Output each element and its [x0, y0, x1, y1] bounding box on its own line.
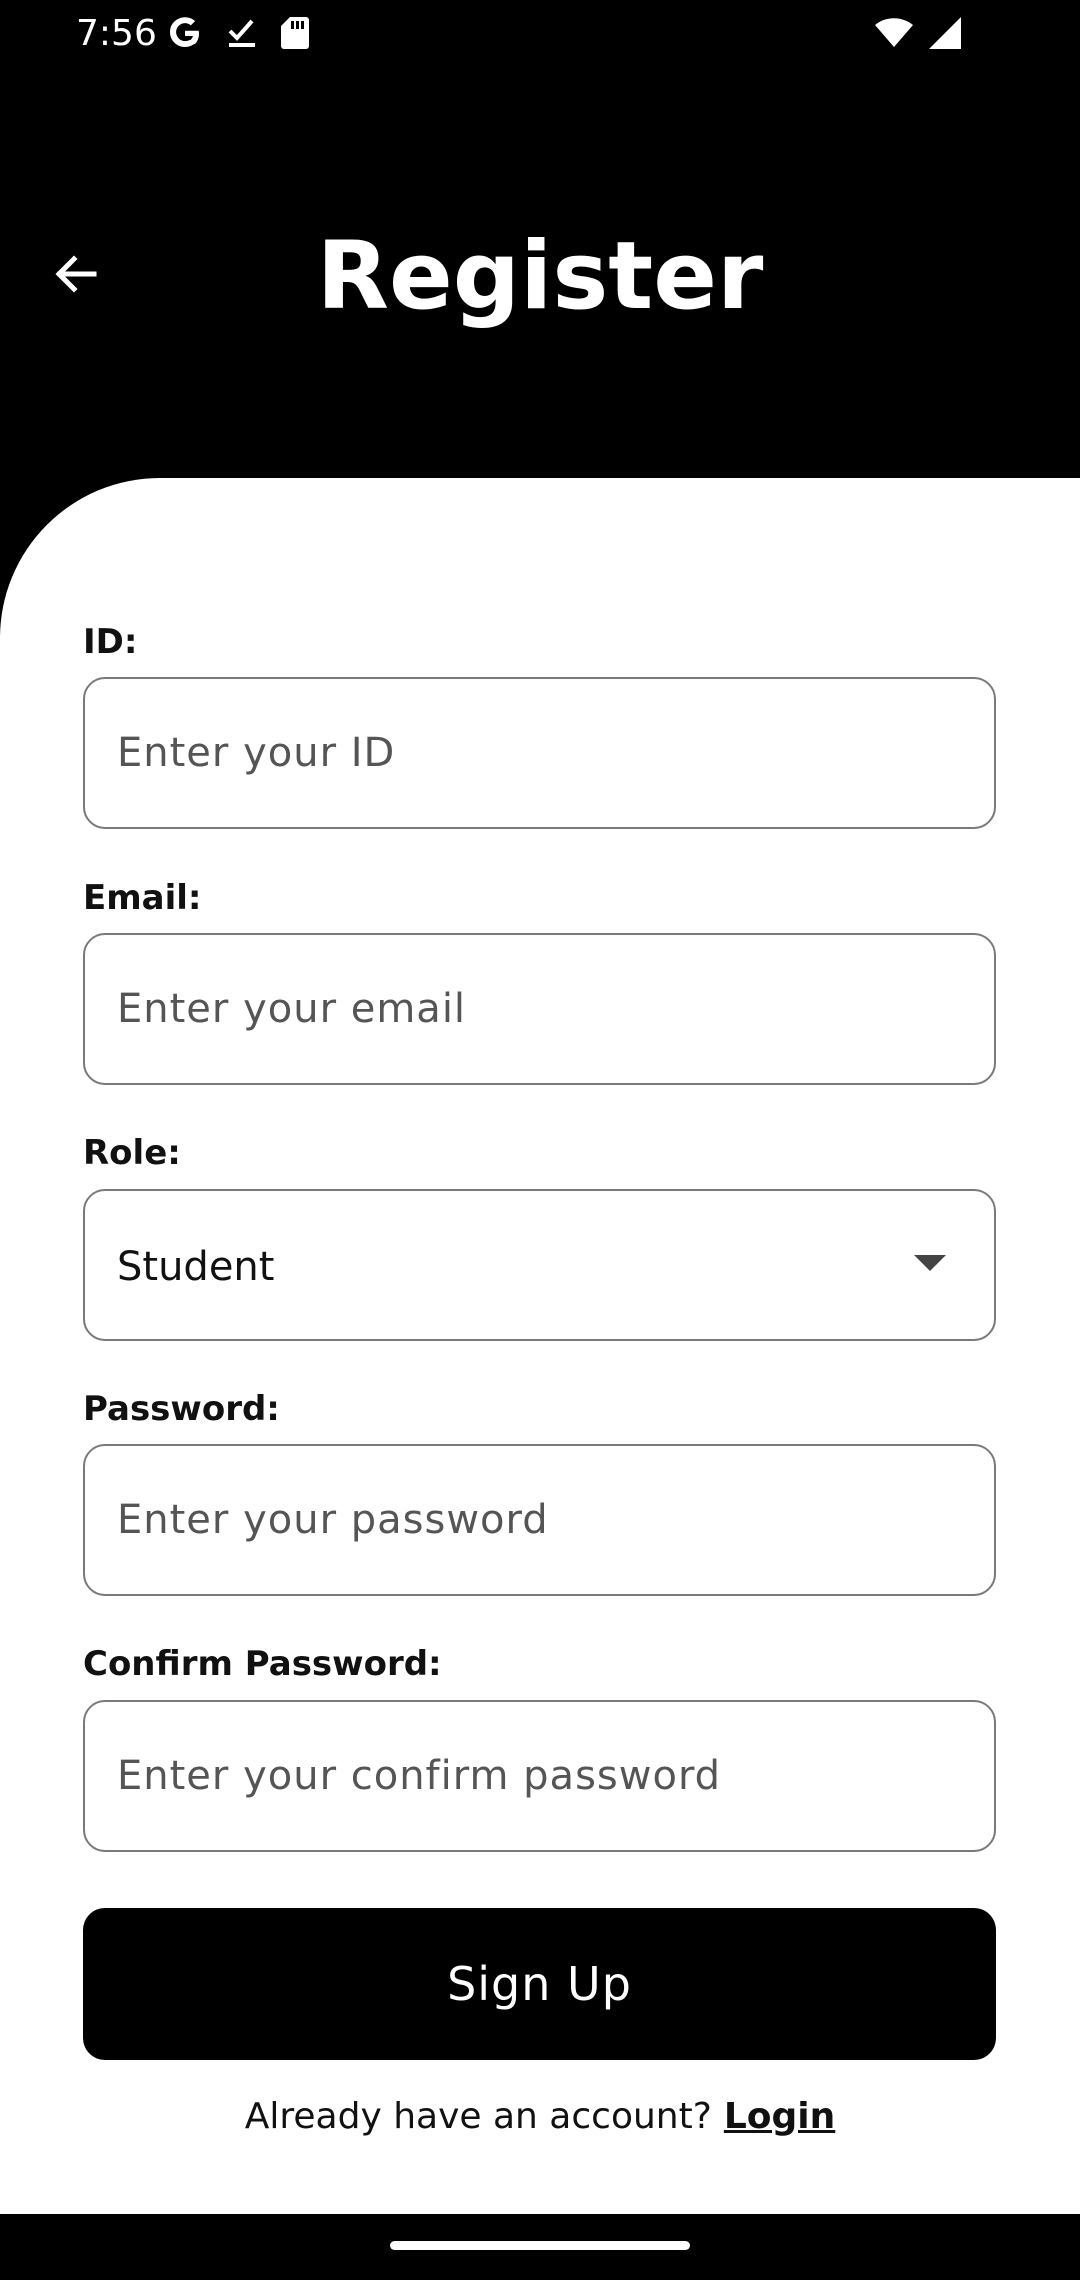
role-label: Role: — [83, 1133, 181, 1173]
password-input[interactable] — [83, 1444, 996, 1596]
status-bar: 7:56 — [0, 0, 1080, 70]
role-dropdown[interactable]: Student — [83, 1189, 996, 1341]
email-label: Email: — [83, 878, 202, 918]
status-time: 7:56 — [76, 13, 157, 54]
login-link[interactable]: Login — [724, 2096, 835, 2137]
id-input[interactable] — [83, 677, 996, 829]
sd-card-icon — [280, 15, 310, 56]
cell-signal-icon — [928, 16, 962, 55]
status-icons-left — [166, 14, 310, 56]
role-selected-value: Student — [117, 1244, 275, 1290]
google-icon — [166, 14, 204, 57]
wifi-icon — [874, 17, 914, 54]
id-label: ID: — [83, 622, 138, 662]
status-icons-right — [874, 14, 962, 56]
app-header: Register — [0, 160, 1080, 380]
page-title: Register — [316, 222, 764, 331]
confirm-password-label: Confirm Password: — [83, 1644, 442, 1684]
password-label: Password: — [83, 1389, 280, 1429]
dropdown-arrow-icon — [914, 1255, 946, 1271]
email-input[interactable] — [83, 933, 996, 1085]
sign-up-button[interactable]: Sign Up — [83, 1908, 996, 2060]
download-done-icon — [224, 15, 260, 56]
confirm-password-input[interactable] — [83, 1700, 996, 1852]
gesture-nav-handle[interactable] — [390, 2241, 690, 2250]
login-prompt-text: Already have an account? — [244, 2096, 712, 2137]
login-prompt-row: Already have an account? Login — [0, 2095, 1080, 2139]
